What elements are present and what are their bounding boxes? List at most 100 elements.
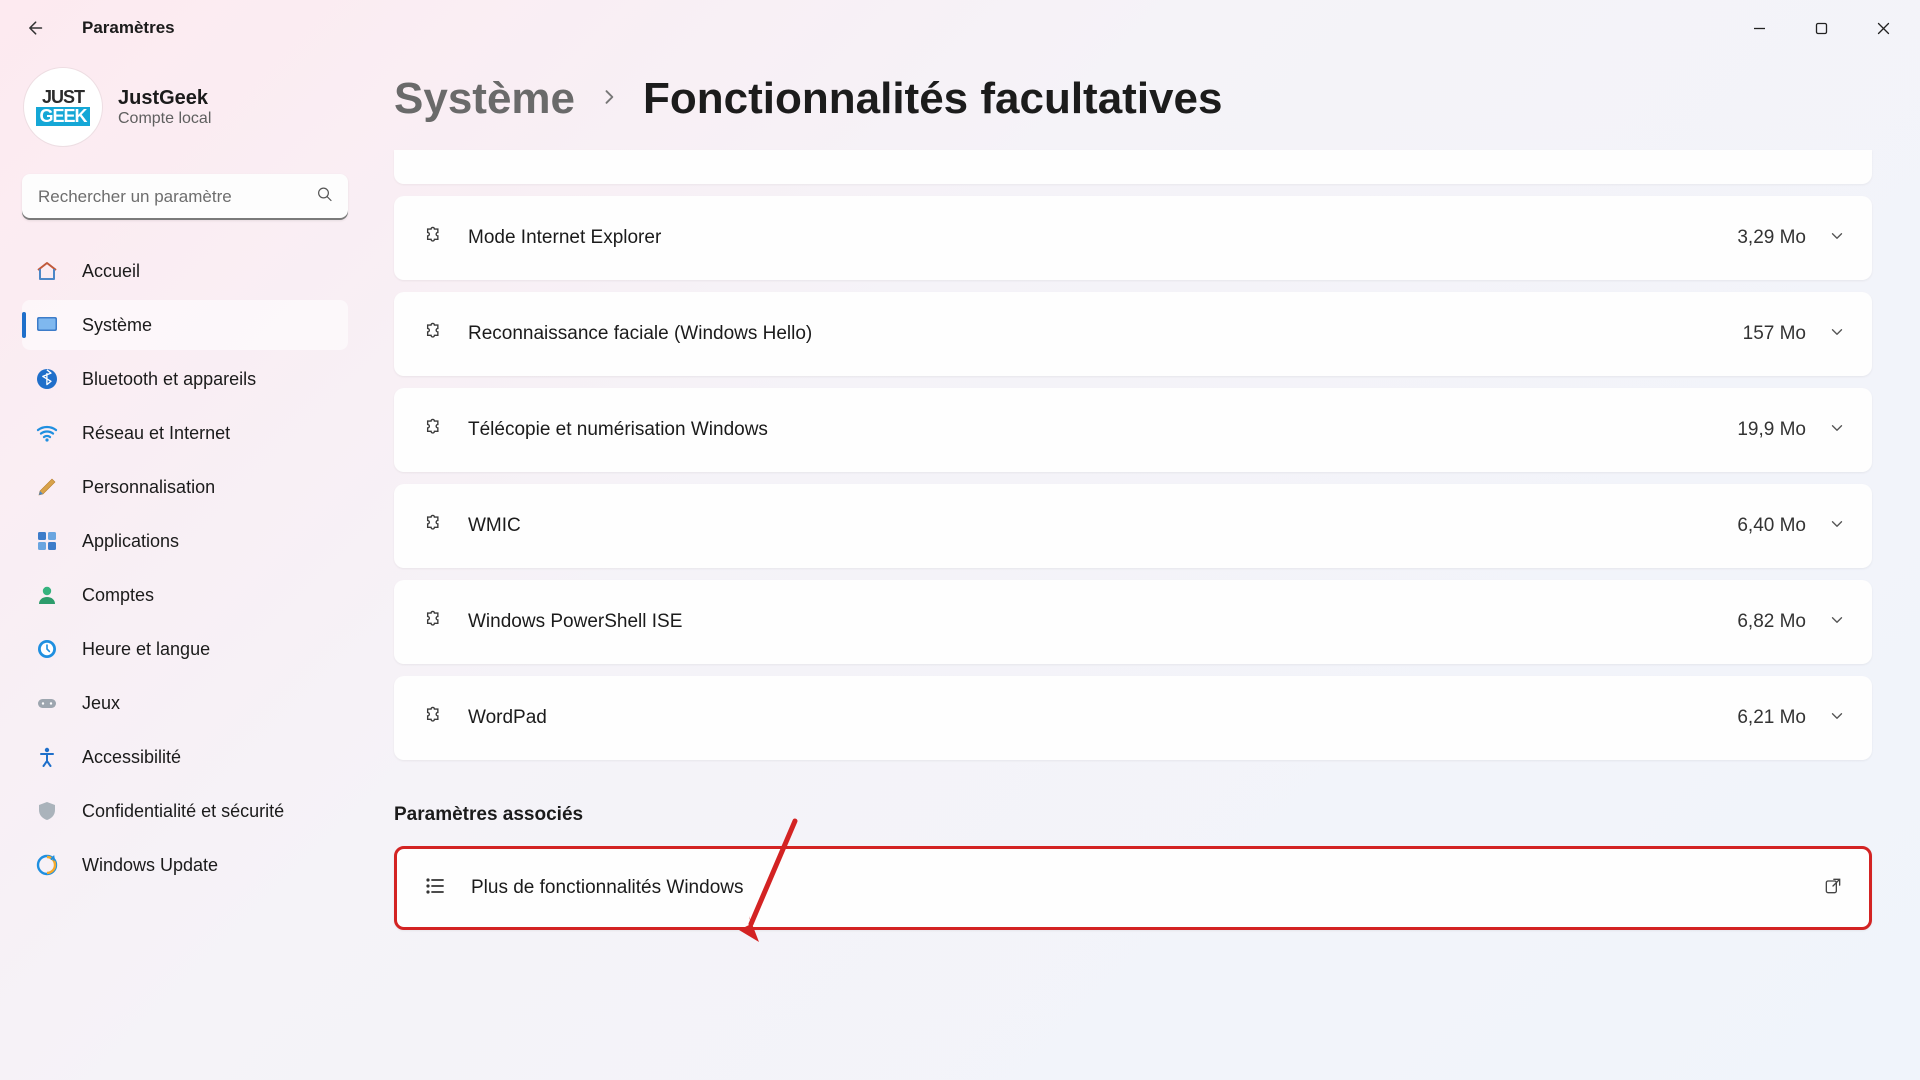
feature-size: 6,82 Mo [1737, 611, 1806, 633]
account-subtitle: Compte local [118, 110, 211, 128]
list-icon [423, 874, 447, 903]
sidebar-item-label: Heure et langue [82, 639, 210, 660]
nav: Accueil Système Bluetooth et appareils R… [22, 246, 348, 890]
shield-icon [34, 798, 60, 824]
bluetooth-icon [34, 366, 60, 392]
paintbrush-icon [34, 474, 60, 500]
app-title: Paramètres [82, 18, 175, 38]
sidebar-item-label: Personnalisation [82, 477, 215, 498]
avatar-line2: GEEK [36, 107, 89, 126]
sidebar-item-bluetooth[interactable]: Bluetooth et appareils [22, 354, 348, 404]
system-icon [34, 312, 60, 338]
avatar-line1: JUST [36, 88, 89, 107]
chevron-down-icon [1828, 707, 1846, 730]
breadcrumb: Système Fonctionnalités facultatives [394, 74, 1872, 124]
sidebar-item-home[interactable]: Accueil [22, 246, 348, 296]
feature-label: Reconnaissance faciale (Windows Hello) [468, 323, 812, 345]
gamepad-icon [34, 690, 60, 716]
sidebar-item-system[interactable]: Système [22, 300, 348, 350]
feature-label: WMIC [468, 515, 521, 537]
related-item-label: Plus de fonctionnalités Windows [471, 877, 743, 899]
wifi-icon [34, 420, 60, 446]
puzzle-icon [420, 704, 444, 733]
sidebar-item-label: Système [82, 315, 152, 336]
maximize-icon [1815, 22, 1828, 35]
feature-row[interactable]: WMIC 6,40 Mo [394, 484, 1872, 568]
home-icon [34, 258, 60, 284]
sidebar-item-accounts[interactable]: Comptes [22, 570, 348, 620]
maximize-button[interactable] [1792, 8, 1850, 48]
feature-size: 3,29 Mo [1737, 227, 1806, 249]
search-icon [316, 186, 334, 209]
accessibility-icon [34, 744, 60, 770]
sidebar-item-privacy[interactable]: Confidentialité et sécurité [22, 786, 348, 836]
sidebar-item-gaming[interactable]: Jeux [22, 678, 348, 728]
puzzle-icon [420, 608, 444, 637]
puzzle-icon [420, 224, 444, 253]
window-controls [1730, 8, 1912, 48]
puzzle-icon [420, 320, 444, 349]
minimize-icon [1753, 22, 1766, 35]
sidebar-item-time[interactable]: Heure et langue [22, 624, 348, 674]
feature-size: 6,40 Mo [1737, 515, 1806, 537]
arrow-left-icon [24, 18, 44, 38]
sidebar-item-apps[interactable]: Applications [22, 516, 348, 566]
clock-globe-icon [34, 636, 60, 662]
main-content: Système Fonctionnalités facultatives Mod… [370, 56, 1920, 1080]
sidebar-item-label: Bluetooth et appareils [82, 369, 256, 390]
sidebar-item-accessibility[interactable]: Accessibilité [22, 732, 348, 782]
more-windows-features-link[interactable]: Plus de fonctionnalités Windows [394, 846, 1872, 930]
feature-row[interactable]: Mode Internet Explorer 3,29 Mo [394, 196, 1872, 280]
sidebar: JUST GEEK JustGeek Compte local Accueil [0, 56, 370, 1080]
sidebar-item-label: Accueil [82, 261, 140, 282]
feature-size: 19,9 Mo [1737, 419, 1806, 441]
feature-size: 157 Mo [1743, 323, 1806, 345]
chevron-down-icon [1828, 515, 1846, 538]
account-block[interactable]: JUST GEEK JustGeek Compte local [22, 68, 348, 146]
search-container [22, 174, 348, 220]
related-settings-heading: Paramètres associés [394, 804, 1872, 826]
sidebar-item-label: Comptes [82, 585, 154, 606]
feature-row[interactable]: Reconnaissance faciale (Windows Hello) 1… [394, 292, 1872, 376]
sidebar-item-label: Windows Update [82, 855, 218, 876]
sidebar-item-network[interactable]: Réseau et Internet [22, 408, 348, 458]
feature-label: WordPad [468, 707, 547, 729]
close-icon [1877, 22, 1890, 35]
feature-row[interactable]: Windows PowerShell ISE 6,82 Mo [394, 580, 1872, 664]
feature-row[interactable]: Télécopie et numérisation Windows 19,9 M… [394, 388, 1872, 472]
feature-row-partial[interactable] [394, 150, 1872, 184]
sidebar-item-label: Jeux [82, 693, 120, 714]
feature-list: Mode Internet Explorer 3,29 Mo Reconnais… [394, 196, 1872, 760]
chevron-down-icon [1828, 227, 1846, 250]
feature-label: Télécopie et numérisation Windows [468, 419, 768, 441]
chevron-right-icon [599, 87, 619, 112]
chevron-down-icon [1828, 611, 1846, 634]
close-button[interactable] [1854, 8, 1912, 48]
update-icon [34, 852, 60, 878]
titlebar: Paramètres [0, 0, 1920, 56]
puzzle-icon [420, 416, 444, 445]
sidebar-item-label: Applications [82, 531, 179, 552]
minimize-button[interactable] [1730, 8, 1788, 48]
sidebar-item-label: Réseau et Internet [82, 423, 230, 444]
feature-label: Windows PowerShell ISE [468, 611, 682, 633]
breadcrumb-current: Fonctionnalités facultatives [643, 74, 1222, 124]
account-name: JustGeek [118, 87, 211, 110]
chevron-down-icon [1828, 323, 1846, 346]
apps-icon [34, 528, 60, 554]
sidebar-item-update[interactable]: Windows Update [22, 840, 348, 890]
feature-label: Mode Internet Explorer [468, 227, 661, 249]
avatar: JUST GEEK [24, 68, 102, 146]
open-external-icon [1823, 876, 1843, 901]
sidebar-item-label: Confidentialité et sécurité [82, 801, 284, 822]
feature-row[interactable]: WordPad 6,21 Mo [394, 676, 1872, 760]
chevron-down-icon [1828, 419, 1846, 442]
sidebar-item-label: Accessibilité [82, 747, 181, 768]
puzzle-icon [420, 512, 444, 541]
person-icon [34, 582, 60, 608]
search-input[interactable] [22, 174, 348, 220]
breadcrumb-parent[interactable]: Système [394, 74, 575, 124]
sidebar-item-personalization[interactable]: Personnalisation [22, 462, 348, 512]
back-button[interactable] [14, 8, 54, 48]
feature-size: 6,21 Mo [1737, 707, 1806, 729]
